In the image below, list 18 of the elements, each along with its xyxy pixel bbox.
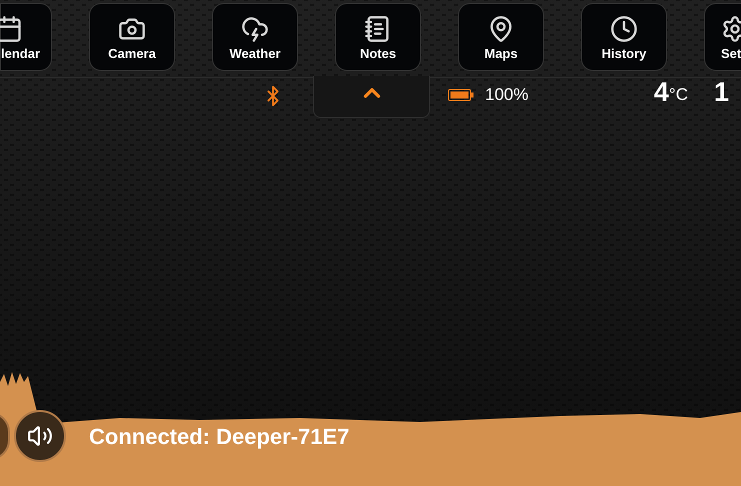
app-button[interactable]: Camera (89, 3, 175, 71)
connection-status: Connected: Deeper-71E7 (89, 422, 350, 451)
app-button[interactable]: History (581, 3, 667, 71)
clock-time: 1 (714, 79, 729, 106)
app-button[interactable]: Maps (458, 3, 544, 71)
app-button[interactable]: Set (704, 3, 741, 71)
app-button[interactable]: Notes (335, 3, 421, 71)
temperature-value: 4 (654, 79, 669, 106)
gear-icon (721, 14, 741, 42)
temperature-unit: °C (668, 86, 688, 103)
battery-percent: 100% (485, 86, 528, 103)
battery-icon (448, 89, 474, 101)
app-button[interactable]: lendar (0, 3, 52, 71)
app-button[interactable]: Weather (212, 3, 298, 71)
speaker-icon (27, 423, 53, 449)
clock-icon (610, 14, 638, 42)
calendar-icon (0, 14, 23, 42)
cloud-lightning-icon (241, 14, 269, 42)
